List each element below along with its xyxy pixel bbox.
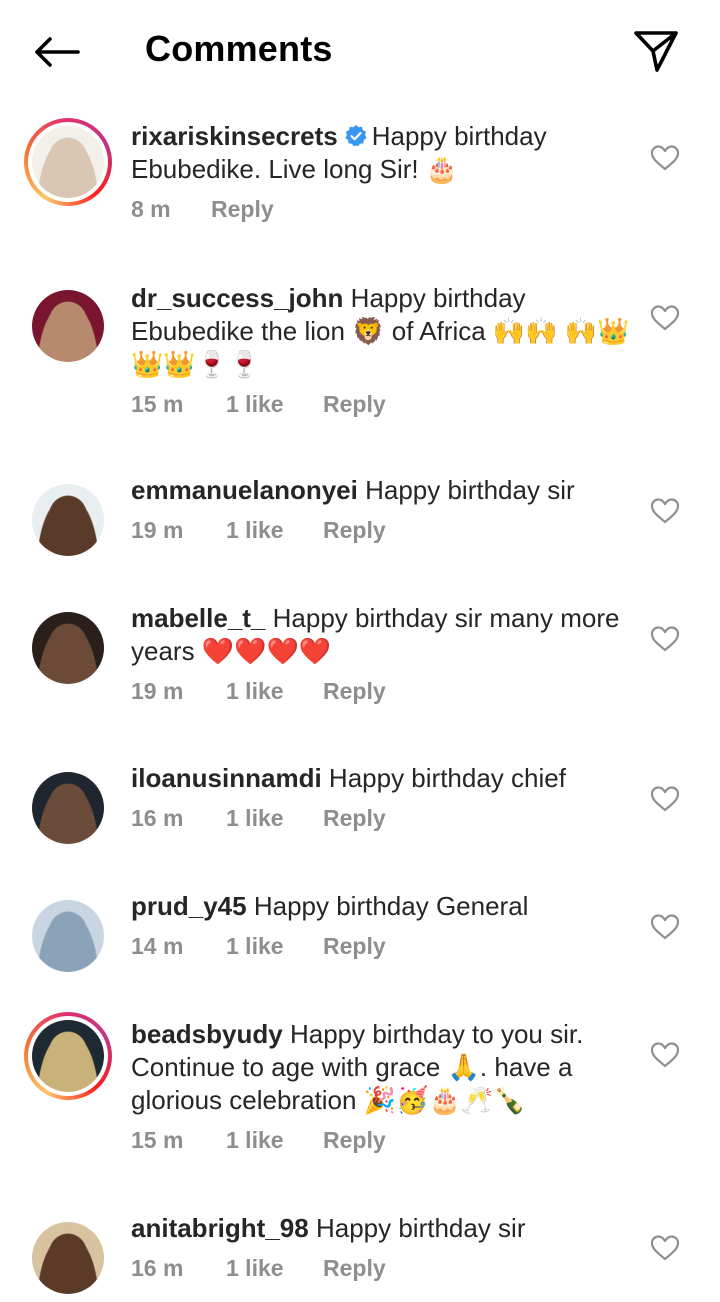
username-link[interactable]: iloanusinnamdi (131, 763, 322, 793)
comment-time: 15 m (131, 1127, 184, 1153)
comment-text-block: beadsbyudy Happy birthday to you sir. Co… (131, 1018, 631, 1117)
reply-button[interactable]: Reply (323, 805, 386, 832)
avatar (32, 1020, 104, 1092)
comment-text: Happy birthday sir (315, 1213, 526, 1243)
reply-button[interactable]: Reply (323, 933, 386, 960)
story-ring (24, 118, 112, 206)
like-heart-icon[interactable] (650, 785, 680, 813)
username-link[interactable]: anitabright_98 (131, 1213, 309, 1243)
username-link[interactable]: emmanuelanonyei (131, 475, 358, 505)
like-heart-icon[interactable] (650, 913, 680, 941)
comment-text: Happy birthday General (253, 891, 529, 921)
like-count-link[interactable]: 1 like (226, 517, 323, 544)
avatar-button[interactable] (24, 892, 112, 980)
like-heart-icon[interactable] (650, 1234, 680, 1262)
reply-button[interactable]: Reply (323, 1255, 386, 1282)
story-ring (24, 1012, 112, 1100)
comment-text-block: dr_success_john Happy birthday Ebubedike… (131, 282, 631, 381)
comment-body: emmanuelanonyei Happy birthday sir 19 m 1 … (131, 474, 631, 544)
comment-meta: 16 m 1 like Reply (131, 805, 631, 832)
comment-time: 19 m (131, 678, 184, 704)
comment-time: 16 m (131, 805, 184, 831)
avatar-button[interactable] (24, 1012, 112, 1100)
back-button[interactable] (30, 26, 82, 78)
top-bar: Comments (0, 0, 720, 100)
comment-text: Happy birthday sir (365, 475, 575, 505)
avatar (32, 612, 104, 684)
paper-plane-icon (634, 31, 678, 72)
comment-meta: 8 m Reply (131, 196, 631, 223)
avatar-button[interactable] (24, 1214, 112, 1302)
comment-text-block: prud_y45 Happy birthday General (131, 890, 631, 923)
comment-text-block: emmanuelanonyei Happy birthday sir (131, 474, 631, 507)
comment-body: mabelle_t_ Happy birthday sir many more … (131, 602, 631, 705)
comment-time: 14 m (131, 933, 184, 959)
comment-body: rixariskinsecrets Happy birthday Ebubedik… (131, 120, 631, 223)
reply-button[interactable]: Reply (211, 196, 274, 223)
username-link[interactable]: prud_y45 (131, 891, 247, 921)
comment-meta: 15 m 1 like Reply (131, 1127, 631, 1154)
avatar-button[interactable] (24, 282, 112, 370)
like-count-link[interactable]: 1 like (226, 1127, 323, 1154)
avatar (32, 126, 104, 198)
comment-time: 19 m (131, 517, 184, 543)
comment-time: 8 m (131, 196, 171, 222)
reply-button[interactable]: Reply (323, 517, 386, 544)
arrow-left-icon (35, 37, 80, 67)
reply-button[interactable]: Reply (323, 391, 386, 418)
avatar (32, 900, 104, 972)
comment-meta: 19 m 1 like Reply (131, 678, 631, 705)
username-link[interactable]: mabelle_t_ (131, 603, 265, 633)
avatar-button[interactable] (24, 118, 112, 206)
username-link[interactable]: rixariskinsecrets (131, 121, 338, 151)
comment-body: anitabright_98 Happy birthday sir 16 m 1 l… (131, 1212, 631, 1282)
comment-body: dr_success_john Happy birthday Ebubedike… (131, 282, 631, 418)
avatar (32, 1222, 104, 1294)
comment-body: iloanusinnamdi Happy birthday chief 16 m1… (131, 762, 631, 832)
like-heart-icon[interactable] (650, 304, 680, 332)
reply-button[interactable]: Reply (323, 1127, 386, 1154)
avatar (32, 484, 104, 556)
comment-text-block: iloanusinnamdi Happy birthday chief (131, 762, 631, 795)
verified-badge-icon (345, 125, 367, 147)
comment-time: 16 m (131, 1255, 184, 1281)
like-count-link[interactable]: 1 like (226, 1255, 323, 1282)
comment-body: prud_y45 Happy birthday General 14 m 1 lik… (131, 890, 631, 960)
like-count-link[interactable]: 1 like (226, 933, 323, 960)
comment-text-block: rixariskinsecrets Happy birthday Ebubedik… (131, 120, 631, 186)
reply-button[interactable]: Reply (323, 678, 386, 705)
comment-meta: 16 m 1 like Reply (131, 1255, 631, 1282)
like-count-link[interactable]: 1 like (226, 678, 323, 705)
username-link[interactable]: beadsbyudy (131, 1019, 283, 1049)
comment-meta: 19 m 1 like Reply (131, 517, 631, 544)
username-link[interactable]: dr_success_john (131, 283, 343, 313)
comment-body: beadsbyudy Happy birthday to you sir. Co… (131, 1018, 631, 1154)
share-button[interactable] (630, 26, 682, 76)
avatar-button[interactable] (24, 476, 112, 564)
like-heart-icon[interactable] (650, 1041, 680, 1069)
like-heart-icon[interactable] (650, 144, 680, 172)
comment-text-block: mabelle_t_ Happy birthday sir many more … (131, 602, 631, 668)
avatar-button[interactable] (24, 604, 112, 692)
avatar (32, 772, 104, 844)
like-count-link[interactable]: 1 like (226, 391, 323, 418)
avatar-button[interactable] (24, 764, 112, 852)
like-count-link[interactable]: 1 like (226, 805, 323, 832)
like-heart-icon[interactable] (650, 625, 680, 653)
avatar (32, 290, 104, 362)
comment-time: 15 m (131, 391, 184, 417)
comment-meta: 14 m 1 like Reply (131, 933, 631, 960)
comment-meta: 15 m 1 like Reply (131, 391, 631, 418)
like-heart-icon[interactable] (650, 497, 680, 525)
comment-text-block: anitabright_98 Happy birthday sir (131, 1212, 631, 1245)
comment-text: Happy birthday chief (328, 763, 566, 793)
page-title: Comments (145, 28, 333, 69)
